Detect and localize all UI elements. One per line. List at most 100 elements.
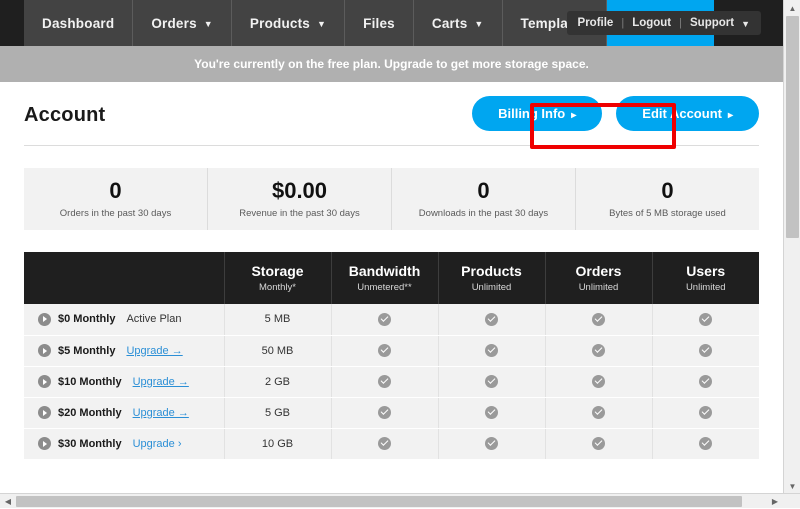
account-link-logout[interactable]: Logout bbox=[632, 17, 671, 29]
table-row[interactable]: $0 Monthly Active Plan 5 MB bbox=[24, 304, 759, 336]
check-circle-icon bbox=[485, 406, 498, 419]
users-cell bbox=[652, 304, 759, 336]
bandwidth-cell bbox=[331, 304, 439, 336]
nav-item-products[interactable]: Products ▼ bbox=[231, 0, 346, 46]
edit-account-button[interactable]: Edit Account ▸ bbox=[616, 96, 759, 131]
upgrade-link[interactable]: Upgrade → bbox=[133, 376, 189, 388]
nav-item-carts[interactable]: Carts ▼ bbox=[413, 0, 503, 46]
arrow-right-icon: ▸ bbox=[727, 110, 733, 121]
plan-cell-inner: $10 Monthly Upgrade → bbox=[38, 375, 224, 388]
plans-table-wrapper: Storage Monthly* Bandwidth Unmetered** Produ… bbox=[24, 252, 759, 460]
scroll-right-arrow-icon[interactable]: ▶ bbox=[767, 494, 783, 509]
users-cell bbox=[652, 428, 759, 460]
nav-separator: | bbox=[621, 17, 625, 29]
nav-item-label: Files bbox=[363, 15, 395, 31]
horizontal-scrollbar[interactable]: ◀ ▶ bbox=[0, 493, 800, 508]
table-header-row: Storage Monthly* Bandwidth Unmetered** Produ… bbox=[24, 252, 759, 304]
table-row[interactable]: $30 Monthly Upgrade › 10 GB bbox=[24, 428, 759, 460]
play-circle-icon[interactable] bbox=[38, 437, 51, 450]
play-circle-icon[interactable] bbox=[38, 344, 51, 357]
header-actions: Billing Info ▸ Edit Account ▸ bbox=[472, 96, 759, 131]
plans-table-head: Storage Monthly* Bandwidth Unmetered** Produ… bbox=[24, 252, 759, 304]
plan-cell: $30 Monthly Upgrade › bbox=[24, 428, 225, 460]
nav-item-label: Dashboard bbox=[42, 15, 115, 31]
play-circle-icon[interactable] bbox=[38, 406, 51, 419]
plan-cell-inner: $5 Monthly Upgrade → bbox=[38, 344, 224, 357]
play-circle-icon[interactable] bbox=[38, 312, 51, 326]
storage-cell: 50 MB bbox=[224, 335, 332, 367]
check-circle-icon bbox=[485, 437, 498, 450]
column-header-title: Products bbox=[461, 263, 522, 279]
orders-cell bbox=[545, 366, 653, 398]
vertical-scrollbar[interactable]: ▲ ▼ bbox=[783, 0, 800, 494]
column-header-bandwidth: Bandwidth Unmetered** bbox=[331, 252, 439, 304]
check-circle-icon bbox=[592, 344, 605, 357]
plan-cell: $20 Monthly Upgrade → bbox=[24, 397, 225, 429]
account-link-label: Profile bbox=[577, 17, 614, 29]
column-header-plan bbox=[24, 252, 225, 304]
chevron-down-icon: ▼ bbox=[741, 19, 750, 29]
check-circle-icon bbox=[485, 312, 498, 326]
check-circle-icon bbox=[592, 437, 605, 450]
plan-price: $20 Monthly bbox=[58, 406, 122, 419]
billing-info-label: Billing Info bbox=[498, 106, 566, 121]
account-link-profile[interactable]: Profile bbox=[578, 17, 614, 29]
table-row[interactable]: $5 Monthly Upgrade → 50 MB bbox=[24, 335, 759, 367]
chevron-down-icon: ▼ bbox=[203, 18, 213, 29]
check-circle-icon bbox=[592, 312, 605, 326]
nav-item-dashboard[interactable]: Dashboard bbox=[24, 0, 134, 46]
vertical-scrollbar-thumb[interactable] bbox=[786, 16, 799, 238]
table-row[interactable]: $10 Monthly Upgrade → 2 GB bbox=[24, 366, 759, 398]
check-circle-icon bbox=[485, 344, 498, 357]
play-circle-icon[interactable] bbox=[38, 375, 51, 388]
upgrade-link[interactable]: Upgrade → bbox=[133, 407, 189, 419]
plan-price: $30 Monthly bbox=[58, 437, 122, 450]
stat-value: 0 bbox=[477, 177, 490, 203]
plan-price: $5 Monthly bbox=[58, 344, 116, 357]
table-row[interactable]: $20 Monthly Upgrade → 5 GB bbox=[24, 397, 759, 429]
column-header-subtitle: Unlimited bbox=[578, 282, 619, 293]
nav-item-files[interactable]: Files bbox=[345, 0, 414, 46]
check-circle-icon bbox=[378, 344, 391, 357]
users-cell bbox=[652, 335, 759, 367]
check-circle-icon bbox=[378, 406, 391, 419]
scroll-up-arrow-icon[interactable]: ▲ bbox=[784, 0, 800, 16]
plan-cell-inner: $30 Monthly Upgrade › bbox=[38, 437, 224, 450]
nav-item-orders[interactable]: Orders ▼ bbox=[133, 0, 232, 46]
account-link-support[interactable]: Support ▼ bbox=[690, 17, 750, 29]
plans-table: Storage Monthly* Bandwidth Unmetered** Produ… bbox=[24, 252, 759, 460]
check-circle-icon bbox=[699, 437, 713, 450]
check-circle-icon bbox=[699, 344, 713, 357]
plan-cell: $0 Monthly Active Plan bbox=[24, 304, 225, 336]
check-circle-icon bbox=[592, 406, 605, 419]
check-circle-icon bbox=[699, 406, 713, 419]
check-circle-icon bbox=[378, 312, 391, 326]
upgrade-link[interactable]: Upgrade → bbox=[126, 345, 182, 357]
users-cell bbox=[652, 397, 759, 429]
billing-info-button[interactable]: Billing Info ▸ bbox=[472, 96, 603, 131]
products-cell bbox=[438, 366, 546, 398]
free-plan-banner: You're currently on the free plan. Upgra… bbox=[0, 46, 783, 82]
products-cell bbox=[438, 397, 546, 429]
orders-cell bbox=[545, 397, 653, 429]
scroll-down-arrow-icon[interactable]: ▼ bbox=[784, 478, 800, 494]
check-circle-icon bbox=[378, 375, 391, 388]
horizontal-scrollbar-thumb[interactable] bbox=[16, 496, 742, 507]
column-header-title: Users bbox=[686, 263, 726, 279]
stat-value: 0 bbox=[109, 177, 122, 203]
bandwidth-cell bbox=[331, 366, 439, 398]
orders-cell bbox=[545, 335, 653, 367]
scroll-left-arrow-icon[interactable]: ◀ bbox=[0, 494, 16, 509]
stat-value: $0.00 bbox=[271, 177, 328, 203]
stats-panel: 0 Orders in the past 30 days $0.00 Revenue … bbox=[24, 168, 759, 230]
account-links: Profile | Logout | Support ▼ bbox=[566, 11, 761, 35]
orders-cell bbox=[545, 304, 653, 336]
upgrade-link[interactable]: Upgrade › bbox=[133, 438, 182, 450]
stat-label: Bytes of 5 MB storage used bbox=[609, 208, 726, 220]
check-circle-icon bbox=[699, 312, 713, 326]
check-circle-icon bbox=[485, 375, 498, 388]
storage-cell: 10 GB bbox=[224, 428, 332, 460]
plan-status: Active Plan bbox=[126, 313, 182, 326]
stat-label: Revenue in the past 30 days bbox=[239, 208, 360, 220]
bandwidth-cell bbox=[331, 335, 439, 367]
